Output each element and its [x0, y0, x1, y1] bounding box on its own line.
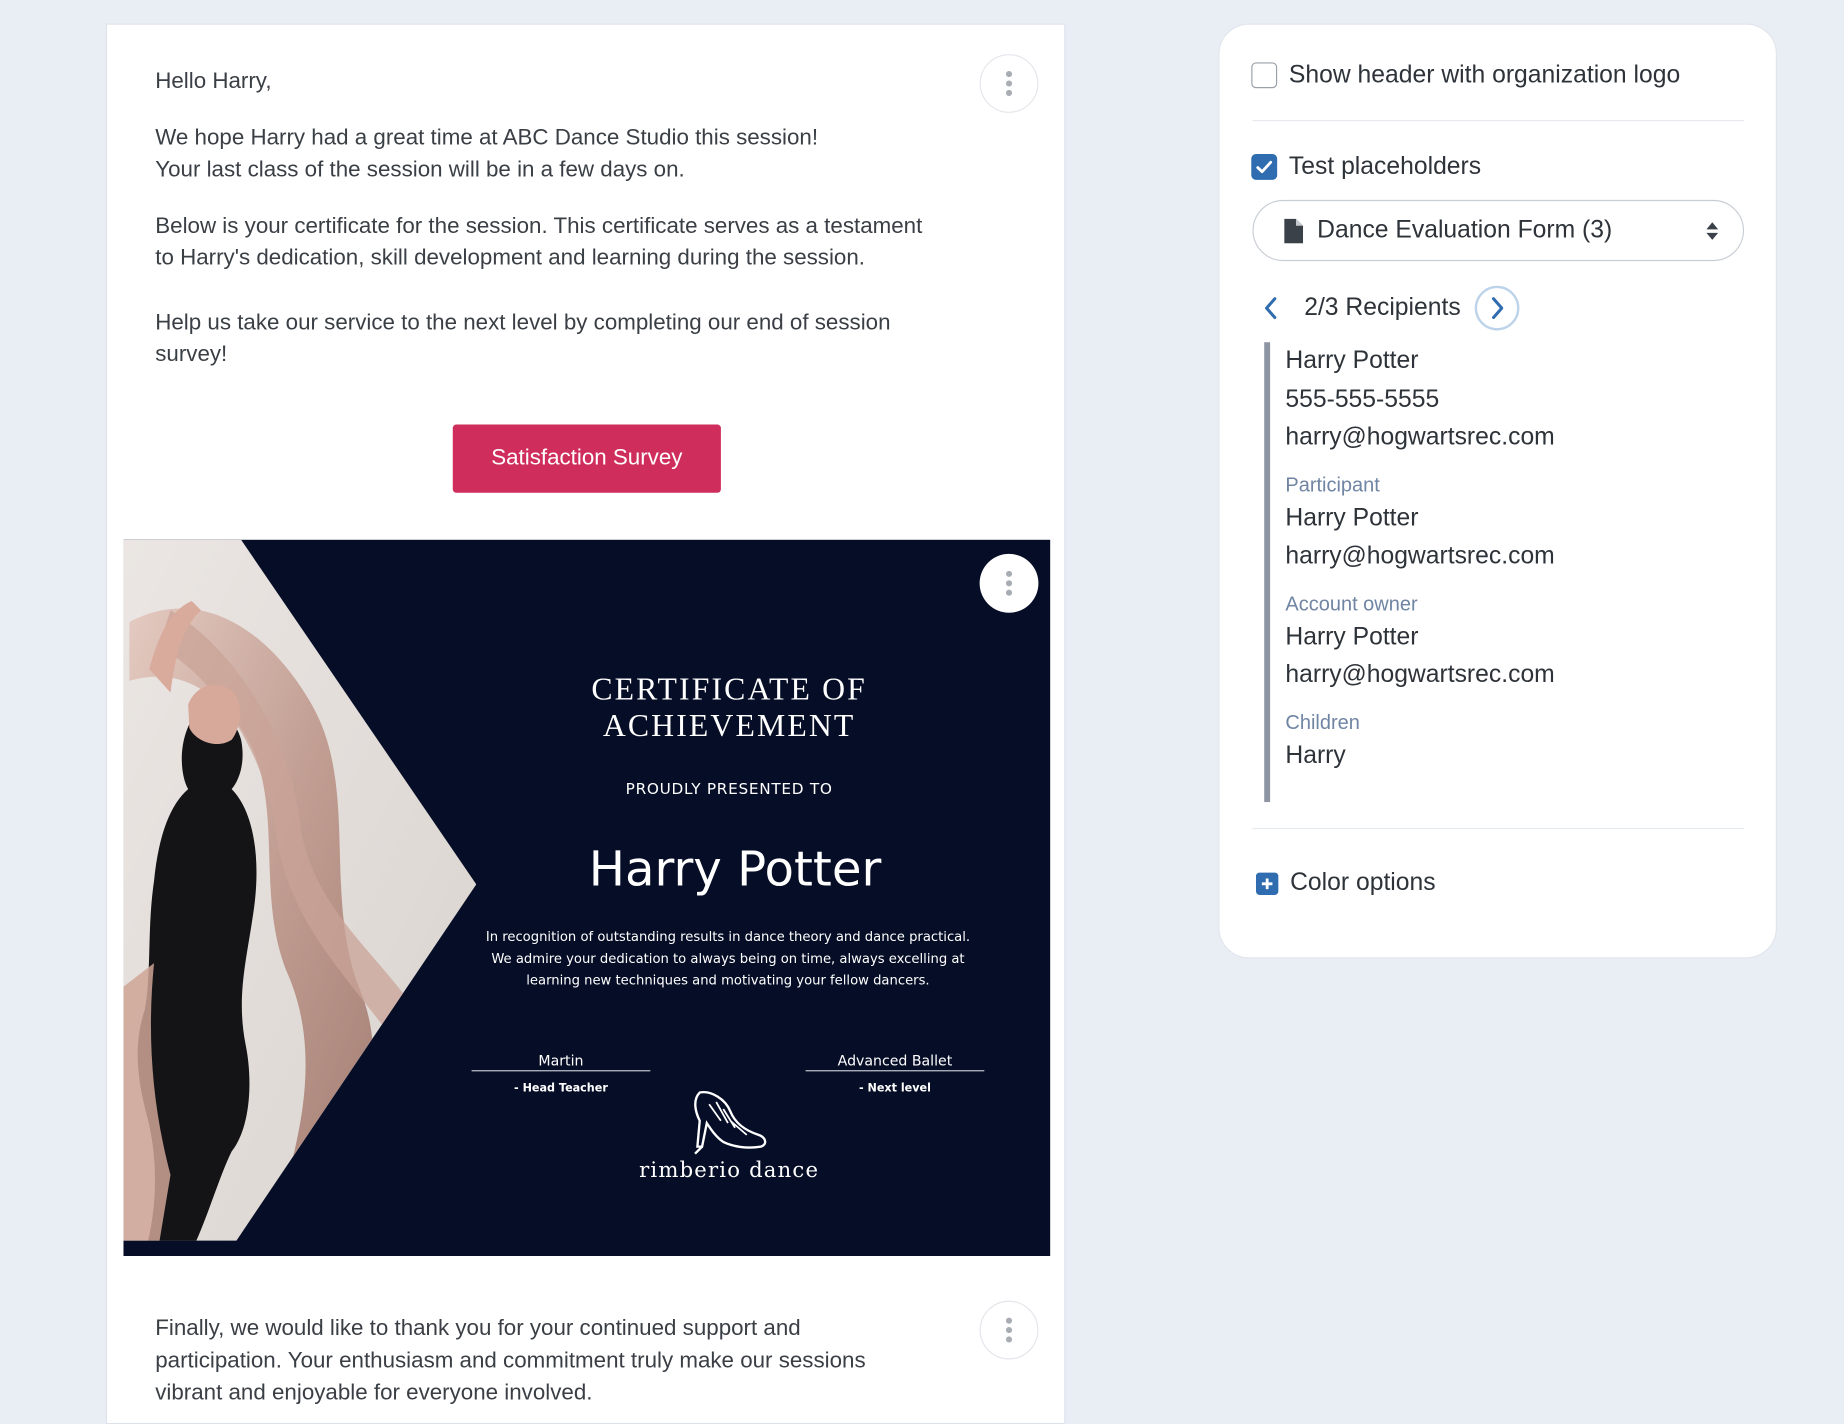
account-owner-name: Harry Potter	[1285, 622, 1419, 650]
sort-caret-icon	[1706, 222, 1719, 240]
show-header-checkbox[interactable]	[1251, 62, 1278, 89]
certificate-menu-button[interactable]	[979, 553, 1039, 613]
greeting-text: Hello Harry,	[155, 69, 272, 95]
certificate-desc-line: learning new techniques and motivating y…	[526, 972, 930, 988]
kebab-menu-icon	[1005, 570, 1013, 596]
dance-shoe-icon	[694, 1091, 767, 1155]
account-owner-email: harry@hogwartsrec.com	[1285, 660, 1555, 688]
children-value: Harry	[1285, 741, 1346, 769]
survey-line-1: Help us take our service to the next lev…	[155, 309, 891, 335]
intro-line-1: We hope Harry had a great time at ABC Da…	[155, 125, 819, 150]
document-icon	[1284, 218, 1304, 243]
kebab-menu-icon	[1005, 71, 1013, 96]
dancer-photo	[123, 539, 477, 1241]
chevron-left-icon	[1265, 297, 1277, 320]
children-heading: Children	[1285, 710, 1360, 734]
color-options-label: Color options	[1290, 869, 1436, 897]
account-owner-heading: Account owner	[1285, 592, 1418, 615]
signature-left: Martin - Head Teacher	[471, 1053, 651, 1095]
certificate-presented-to: PROUDLY PRESENTED TO	[625, 780, 833, 799]
signature-right: Advanced Ballet - Next level	[805, 1053, 985, 1095]
certificate-image[interactable]: CERTIFICATE OF ACHIEVEMENT PROUDLY PRESE…	[123, 539, 1051, 1256]
settings-panel: Show header with organization logo Test …	[1218, 23, 1777, 959]
certificate-title: CERTIFICATE OF ACHIEVEMENT	[591, 671, 867, 744]
show-header-label: Show header with organization logo	[1288, 61, 1681, 89]
recipient-details: Harry Potter 555-555-5555 harry@hogwarts…	[1264, 342, 1734, 803]
participant-email: harry@hogwartsrec.com	[1285, 542, 1555, 570]
closing-line-3: vibrant and enjoyable for everyone invol…	[155, 1380, 593, 1406]
show-header-option[interactable]: Show header with organization logo	[1251, 61, 1680, 89]
plus-square-icon	[1255, 872, 1279, 895]
test-placeholders-option[interactable]: Test placeholders	[1251, 153, 1481, 181]
closing-block[interactable]: Finally, we would like to thank you for …	[155, 1312, 1005, 1409]
greeting-block[interactable]: Hello Harry, We hope Harry had a great t…	[155, 66, 1005, 371]
certificate-desc-line: In recognition of outstanding results in…	[485, 929, 971, 945]
certificate-description: In recognition of outstanding results in…	[474, 927, 982, 992]
color-options-toggle[interactable]: Color options	[1255, 869, 1436, 897]
closing-line-1: Finally, we would like to thank you for …	[155, 1315, 801, 1341]
previous-recipient-button[interactable]	[1255, 286, 1286, 331]
participant-heading: Participant	[1285, 473, 1380, 496]
survey-line-2: survey!	[155, 342, 228, 367]
form-select[interactable]: Dance Evaluation Form (3)	[1252, 199, 1745, 262]
certificate-recipient-name: Harry Potter	[588, 840, 882, 898]
signature-right-name: Advanced Ballet	[805, 1053, 985, 1072]
signature-right-role: - Next level	[858, 1081, 931, 1095]
participant-name: Harry Potter	[1285, 503, 1419, 531]
check-icon	[1256, 160, 1273, 174]
recipient-phone: 555-555-5555	[1285, 385, 1440, 413]
recipient-pager: 2/3 Recipients	[1255, 283, 1520, 332]
next-recipient-button[interactable]	[1474, 285, 1520, 331]
signature-left-name: Martin	[471, 1053, 651, 1072]
test-placeholders-checkbox[interactable]	[1251, 154, 1278, 180]
satisfaction-survey-button[interactable]: Satisfaction Survey	[452, 424, 721, 493]
closing-line-2: participation. Your enthusiasm and commi…	[155, 1348, 866, 1374]
editor-stage: Hello Harry, We hope Harry had a great t…	[0, 0, 1844, 1424]
recipients-counter: 2/3 Recipients	[1304, 294, 1461, 322]
test-placeholders-label: Test placeholders	[1288, 152, 1482, 180]
certificate-desc-line: We admire your dedication to always bein…	[491, 950, 965, 967]
signature-left-role: - Head Teacher	[514, 1081, 608, 1095]
closing-menu-button[interactable]	[979, 1300, 1039, 1360]
email-canvas: Hello Harry, We hope Harry had a great t…	[105, 23, 1066, 1424]
chevron-right-icon	[1492, 297, 1504, 320]
certificate-brand: rimberio dance	[639, 1158, 820, 1184]
block-menu-button[interactable]	[979, 54, 1039, 113]
recipient-email: harry@hogwartsrec.com	[1285, 423, 1555, 451]
form-select-value: Dance Evaluation Form (3)	[1317, 216, 1613, 244]
divider	[1252, 827, 1745, 830]
recipient-name: Harry Potter	[1285, 346, 1419, 374]
divider	[1252, 119, 1745, 122]
kebab-menu-icon	[1005, 1317, 1013, 1343]
cert-intro-line-1: Below is your certificate for the sessio…	[155, 213, 923, 239]
cert-intro-line-2: to Harry's dedication, skill development…	[155, 245, 865, 271]
intro-line-2: Your last class of the session will be i…	[155, 157, 685, 183]
